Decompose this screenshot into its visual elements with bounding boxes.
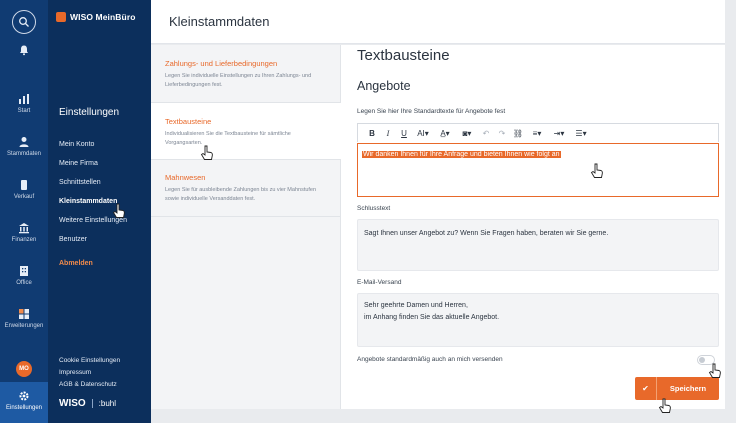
selected-text: Wir danken Ihnen für Ihre Anfrage und bi… bbox=[362, 151, 561, 158]
closing-label: Schlusstext bbox=[357, 205, 391, 212]
brand-footer: WISO :buhl bbox=[59, 398, 116, 409]
highlight-button[interactable]: ◙▾ bbox=[456, 129, 478, 138]
nav-item-schnittstellen[interactable]: Schnittstellen bbox=[59, 178, 127, 197]
toggle-knob bbox=[699, 357, 705, 363]
check-icon: ✔ bbox=[635, 377, 657, 400]
redo-icon[interactable]: ↷ bbox=[494, 129, 510, 138]
category-description: Legen Sie für ausbleibende Zahlungen bis… bbox=[165, 187, 317, 202]
angebote-intro-editor[interactable]: Wir danken Ihnen für Ihre Anfrage und bi… bbox=[357, 143, 719, 197]
category-title: Mahnwesen bbox=[165, 173, 206, 182]
category-description: Individualisieren Sie die Textbausteine … bbox=[165, 131, 291, 146]
agb-datenschutz-link[interactable]: AGB & Datenschutz bbox=[59, 381, 120, 393]
editor-toolbar: B I U AI▾ A̲▾ ◙▾ ↶ ↷ ⛓ ≡▾ ⇥▾ ☰▾ bbox=[357, 123, 719, 142]
link-icon[interactable]: ⛓ bbox=[510, 129, 526, 138]
category-mahnwesen[interactable]: Mahnwesen Legen Sie für ausbleibende Zah… bbox=[151, 173, 341, 204]
list-button[interactable]: ☰▾ bbox=[570, 129, 592, 138]
rail-label: Office bbox=[16, 280, 32, 286]
right-margin bbox=[725, 0, 736, 423]
rail-item-verkauf[interactable]: Verkauf bbox=[0, 179, 48, 200]
nav-item-benutzer[interactable]: Benutzer bbox=[59, 235, 127, 254]
email-label: E-Mail-Versand bbox=[357, 279, 402, 286]
rail-label: Einstellungen bbox=[5, 405, 43, 411]
closing-text: Sagt Ihnen unser Angebot zu? Wenn Sie Fr… bbox=[364, 230, 609, 237]
rail-item-office[interactable]: Office bbox=[0, 265, 48, 286]
email-text-field[interactable]: Sehr geehrte Damen und Herren, im Anhang… bbox=[357, 293, 719, 347]
bold-button[interactable]: B bbox=[364, 129, 380, 138]
hand-cursor-icon bbox=[708, 363, 721, 378]
rail-label: Finanzen bbox=[11, 237, 37, 243]
nav-footer-links: Cookie Einstellungen Impressum AGB & Dat… bbox=[59, 357, 120, 393]
search-icon bbox=[19, 17, 29, 27]
save-label: Speichern bbox=[669, 384, 707, 393]
rail-item-einstellungen[interactable]: Einstellungen bbox=[0, 382, 48, 423]
email-line-2: im Anhang finden Sie das aktuelle Angebo… bbox=[364, 314, 500, 321]
buhl-logo: :buhl bbox=[91, 399, 116, 408]
section-subheading: Angebote bbox=[357, 79, 411, 93]
icon-rail: Start Stammdaten Verkauf Finanzen Office… bbox=[0, 0, 48, 423]
undo-icon[interactable]: ↶ bbox=[478, 129, 494, 138]
search-button[interactable] bbox=[12, 10, 36, 34]
category-title: Zahlungs- und Lieferbedingungen bbox=[165, 59, 278, 68]
bank-icon bbox=[19, 223, 29, 234]
puzzle-icon bbox=[19, 309, 29, 319]
nav-item-mein-konto[interactable]: Mein Konto bbox=[59, 140, 127, 159]
logo-mark bbox=[56, 12, 66, 22]
rail-item-stammdaten[interactable]: Stammdaten bbox=[0, 136, 48, 157]
rail-label: Erweiterungen bbox=[4, 323, 44, 329]
cookie-settings-link[interactable]: Cookie Einstellungen bbox=[59, 357, 120, 369]
nav-item-meine-firma[interactable]: Meine Firma bbox=[59, 159, 127, 178]
hand-cursor-icon bbox=[112, 203, 125, 218]
logo-text: WISO MeinBüro bbox=[70, 12, 136, 22]
category-zahlungs-lieferbedingungen[interactable]: Zahlungs- und Lieferbedingungen Legen Si… bbox=[151, 59, 341, 90]
impressum-link[interactable]: Impressum bbox=[59, 369, 120, 381]
save-button[interactable]: ✔ Speichern bbox=[635, 377, 719, 400]
bell-icon bbox=[20, 45, 28, 56]
underline-button[interactable]: U bbox=[396, 129, 412, 138]
category-textbausteine[interactable]: Textbausteine Individualisieren Sie die … bbox=[151, 103, 341, 159]
avatar[interactable]: MO bbox=[16, 361, 32, 377]
gear-icon bbox=[19, 391, 29, 401]
category-description: Legen Sie individuelle Einstellungen zu … bbox=[165, 73, 312, 88]
indent-button[interactable]: ⇥▾ bbox=[548, 129, 570, 138]
font-color-button[interactable]: A̲▾ bbox=[434, 129, 456, 138]
page-header: Kleinstammdaten bbox=[151, 0, 725, 44]
app-root: Start Stammdaten Verkauf Finanzen Office… bbox=[0, 0, 736, 423]
building-icon bbox=[20, 266, 28, 276]
logout-link[interactable]: Abmelden bbox=[59, 259, 127, 278]
rail-label: Stammdaten bbox=[6, 151, 42, 157]
font-size-button[interactable]: AI▾ bbox=[412, 129, 434, 138]
category-title: Textbausteine bbox=[165, 117, 212, 126]
settings-nav: WISO MeinBüro Einstellungen Mein Konto M… bbox=[48, 0, 151, 423]
main-panel: Textbausteine Angebote Legen Sie hier Ih… bbox=[341, 45, 725, 409]
rail-item-finanzen[interactable]: Finanzen bbox=[0, 222, 48, 243]
hand-cursor-icon bbox=[590, 163, 603, 178]
chart-icon bbox=[19, 94, 29, 104]
rail-item-start[interactable]: Start bbox=[0, 93, 48, 114]
hand-cursor-icon bbox=[200, 145, 213, 160]
rail-label: Start bbox=[17, 108, 31, 114]
category-list: Zahlungs- und Lieferbedingungen Legen Si… bbox=[151, 45, 341, 409]
rail-item-erweiterungen[interactable]: Erweiterungen bbox=[0, 308, 48, 329]
rail-label: Verkauf bbox=[13, 194, 35, 200]
section-heading: Textbausteine bbox=[357, 47, 450, 64]
person-icon bbox=[19, 137, 29, 147]
italic-button[interactable]: I bbox=[380, 129, 396, 138]
page-title: Kleinstammdaten bbox=[169, 14, 270, 29]
email-line-1: Sehr geehrte Damen und Herren, bbox=[364, 302, 468, 309]
closing-text-field[interactable]: Sagt Ihnen unser Angebot zu? Wenn Sie Fr… bbox=[357, 219, 719, 271]
intro-label: Legen Sie hier Ihre Standardtexte für An… bbox=[357, 108, 506, 115]
toggle-label: Angebote standardmäßig auch an mich vers… bbox=[357, 356, 503, 363]
divider bbox=[151, 159, 341, 160]
logo[interactable]: WISO MeinBüro bbox=[56, 12, 136, 22]
cart-icon bbox=[21, 180, 27, 190]
nav-title: Einstellungen bbox=[59, 107, 120, 118]
notifications-button[interactable] bbox=[0, 44, 48, 59]
wiso-logo: WISO bbox=[59, 398, 86, 409]
align-button[interactable]: ≡▾ bbox=[526, 129, 548, 138]
hand-cursor-icon bbox=[658, 398, 671, 413]
divider bbox=[151, 216, 341, 217]
